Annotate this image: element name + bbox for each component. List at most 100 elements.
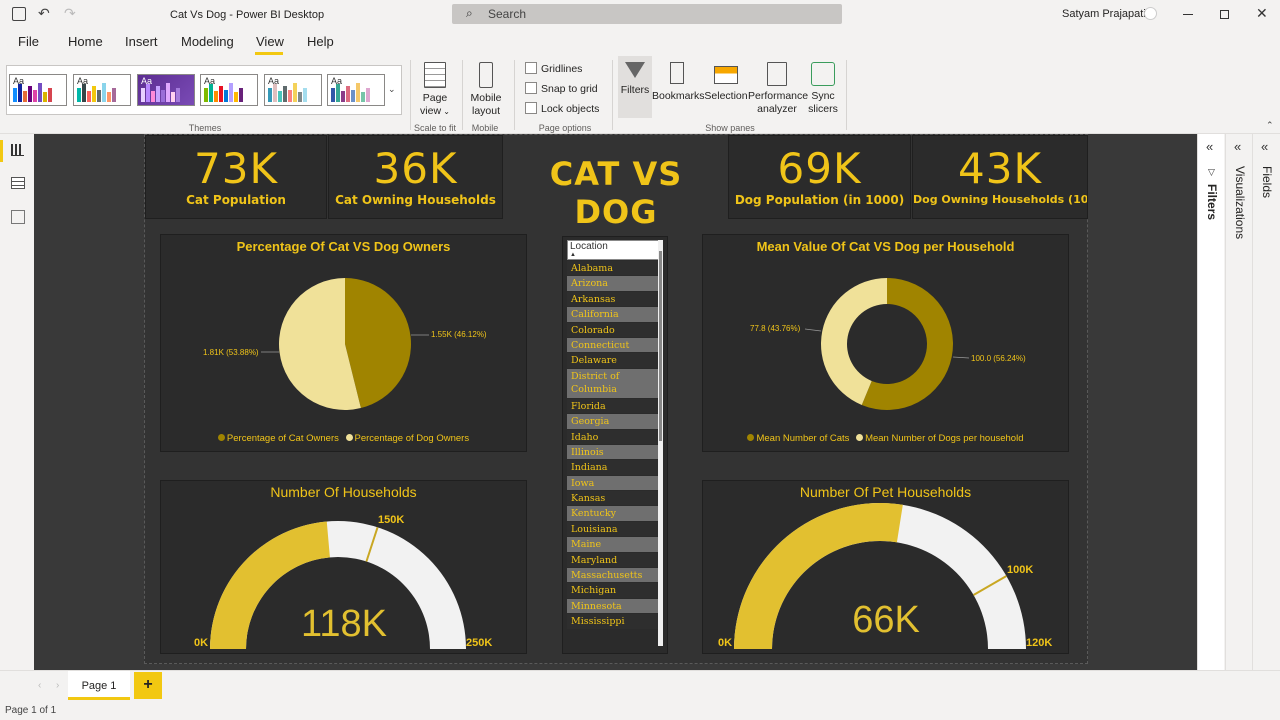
slicer-item[interactable]: Louisiana	[567, 521, 660, 538]
filter-icon: ▽	[1208, 167, 1215, 177]
slicer-item[interactable]: Mississippi	[567, 614, 660, 630]
slicer-item[interactable]: Connecticut	[567, 337, 660, 354]
gauge-households[interactable]: Number Of Households 118K 0K 250K 150K	[160, 480, 527, 654]
location-slicer[interactable]: Location ▲ Alabama Arizona Arkansas Californ…	[562, 236, 668, 654]
slicer-item[interactable]: Indiana	[567, 460, 660, 476]
selection-icon	[714, 66, 738, 84]
slicer-item[interactable]: Georgia	[567, 414, 660, 430]
close-icon[interactable]: ✕	[1256, 5, 1268, 22]
tab-insert[interactable]: Insert	[125, 34, 158, 49]
slicer-item[interactable]: Michigan	[567, 583, 660, 599]
group-label-page-options: Page options	[538, 123, 592, 133]
filters-pane-button[interactable]: Filters	[618, 56, 652, 118]
slicer-item[interactable]: Kansas	[567, 491, 660, 507]
expand-fields-icon[interactable]: «	[1261, 139, 1268, 154]
search-box[interactable]: ⌕ Search	[452, 4, 842, 24]
kpi-card-cat-households[interactable]: 36K Cat Owning Households	[328, 135, 503, 219]
filters-pane[interactable]: « ▽ Filters	[1197, 134, 1224, 670]
slicer-item[interactable]: Alabama	[567, 261, 660, 277]
gauge-target: 100K	[1007, 564, 1034, 576]
kpi-card-dog-households[interactable]: 43K Dog Owning Households (10...	[912, 135, 1088, 219]
slicer-item[interactable]: Illinois	[567, 444, 660, 461]
performance-analyzer-button[interactable]: Performance analyzer	[748, 60, 808, 116]
minimize-icon[interactable]	[1183, 14, 1193, 15]
slicer-item[interactable]: District of Columbia	[567, 368, 660, 399]
slicer-item[interactable]: Florida	[567, 398, 660, 415]
chart-legend: Percentage of Cat Owners Percentage of D…	[161, 433, 526, 444]
theme-swatch-selected[interactable]: Aa	[137, 74, 195, 106]
leader-line	[804, 328, 822, 332]
snap-to-grid-checkbox[interactable]: Snap to grid	[525, 82, 598, 95]
expand-filters-icon[interactable]: «	[1206, 139, 1213, 154]
sync-icon	[811, 62, 835, 86]
visualizations-pane[interactable]: « Visualizations	[1225, 134, 1252, 670]
undo-icon[interactable]: ↶	[38, 5, 50, 22]
restore-icon[interactable]	[1220, 10, 1229, 19]
redo-icon[interactable]: ↷	[64, 5, 76, 22]
tab-help[interactable]: Help	[307, 34, 334, 49]
tab-view[interactable]: View	[256, 34, 284, 49]
theme-swatch[interactable]: Aa	[73, 74, 131, 106]
lock-objects-checkbox[interactable]: Lock objects	[525, 102, 599, 115]
slicer-item[interactable]: Kentucky	[567, 506, 660, 522]
theme-swatch[interactable]: Aa	[264, 74, 322, 106]
bookmark-icon	[670, 62, 684, 84]
tab-home[interactable]: Home	[68, 34, 103, 49]
kpi-card-cat-population[interactable]: 73K Cat Population	[145, 135, 327, 219]
prev-page-icon[interactable]: ‹	[38, 680, 41, 691]
save-icon[interactable]	[12, 7, 26, 21]
gauge-pet-households[interactable]: Number Of Pet Households 66K 0K 120K 100…	[702, 480, 1069, 654]
page-view-button[interactable]: Page view ⌄	[416, 60, 454, 118]
slicer-item[interactable]: Arkansas	[567, 291, 660, 308]
slicer-scroll-thumb[interactable]	[659, 251, 662, 441]
themes-expand-icon[interactable]: ⌄	[388, 84, 396, 95]
data-view-icon[interactable]	[11, 177, 25, 189]
mobile-layout-button[interactable]: Mobile layout	[466, 60, 506, 118]
chart-legend: Mean Number of Cats Mean Number of Dogs …	[703, 433, 1068, 444]
legend-item-dog[interactable]: Percentage of Dog Owners	[355, 433, 470, 444]
slicer-item[interactable]: Minnesota	[567, 598, 660, 615]
selection-pane-button[interactable]: Selection	[703, 60, 749, 103]
page-view-icon	[424, 62, 446, 88]
slicer-item[interactable]: Idaho	[567, 429, 660, 445]
pie-svg	[261, 278, 429, 410]
fields-pane[interactable]: « Fields	[1252, 134, 1279, 670]
page-tab-1[interactable]: Page 1	[68, 671, 130, 700]
legend-item-cat[interactable]: Mean Number of Cats	[756, 433, 849, 444]
kpi-card-dog-population[interactable]: 69K Dog Population (in 1000)	[728, 135, 911, 219]
fields-pane-label: Fields	[1260, 166, 1274, 199]
slicer-item[interactable]: Colorado	[567, 322, 660, 338]
slicer-item[interactable]: Arizona	[567, 276, 660, 292]
pie-chart-owners[interactable]: Percentage Of Cat VS Dog Owners 1.55K (4…	[160, 234, 527, 452]
slicer-item[interactable]: Iowa	[567, 475, 660, 492]
tab-file[interactable]: File	[18, 34, 39, 49]
bookmarks-pane-button[interactable]: Bookmarks	[652, 60, 705, 103]
kpi-label: Dog Owning Households (10...	[913, 193, 1087, 206]
collapse-ribbon-icon[interactable]: ⌃	[1266, 120, 1274, 131]
tab-modeling[interactable]: Modeling	[181, 34, 234, 49]
slicer-header[interactable]: Location ▲	[567, 240, 660, 260]
model-view-icon[interactable]	[11, 210, 25, 224]
slicer-item[interactable]: Massachusetts	[567, 568, 660, 584]
report-view-icon[interactable]	[11, 144, 24, 156]
theme-swatch[interactable]: Aa	[327, 74, 385, 106]
phone-icon	[479, 62, 493, 88]
add-page-button[interactable]: +	[134, 672, 162, 699]
slicer-item[interactable]: Maine	[567, 537, 660, 553]
main-title: CAT VS DOG	[549, 155, 683, 231]
legend-item-cat[interactable]: Percentage of Cat Owners	[227, 433, 339, 444]
user-name[interactable]: Satyam Prajapati	[1062, 8, 1146, 20]
donut-chart-mean[interactable]: Mean Value Of Cat VS Dog per Household 1…	[702, 234, 1069, 452]
theme-swatch[interactable]: Aa	[9, 74, 67, 106]
expand-visualizations-icon[interactable]: «	[1234, 139, 1241, 154]
slicer-item[interactable]: Delaware	[567, 353, 660, 369]
avatar[interactable]	[1144, 7, 1157, 20]
gridlines-checkbox[interactable]: Gridlines	[525, 62, 582, 75]
gauge-min: 0K	[194, 637, 209, 649]
slicer-item[interactable]: California	[567, 307, 660, 323]
theme-swatch[interactable]: Aa	[200, 74, 258, 106]
slicer-item[interactable]: Maryland	[567, 552, 660, 569]
next-page-icon[interactable]: ›	[56, 680, 59, 691]
legend-item-dog[interactable]: Mean Number of Dogs per household	[865, 433, 1023, 444]
sync-slicers-button[interactable]: Sync slicers	[806, 60, 840, 116]
